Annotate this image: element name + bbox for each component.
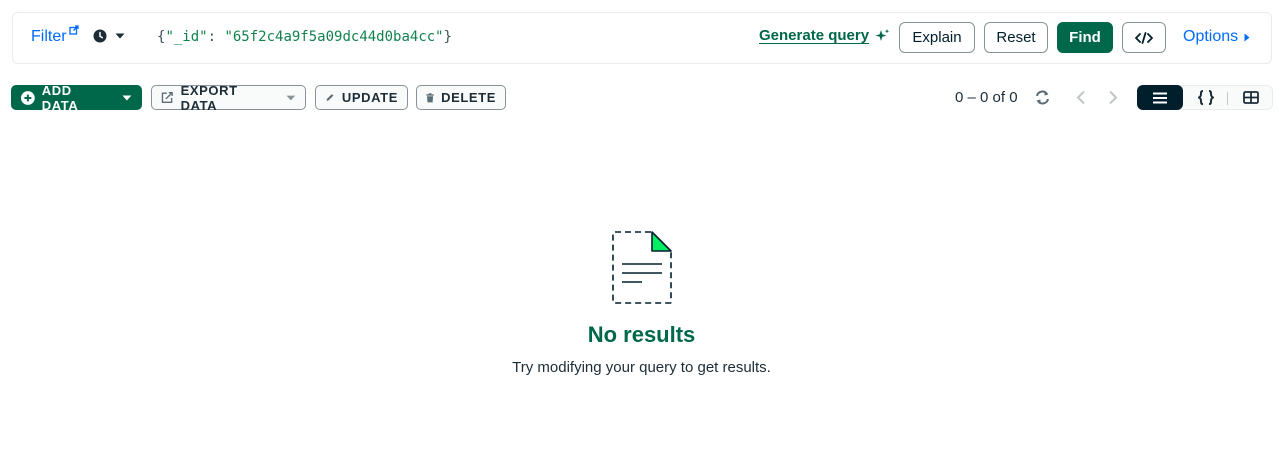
reset-button[interactable]: Reset (984, 22, 1048, 53)
add-data-label: ADD DATA (41, 82, 79, 113)
export-data-button[interactable]: EXPORT DATA (151, 82, 306, 113)
filter-link[interactable]: Filter (31, 25, 79, 46)
caret-right-icon (1244, 33, 1250, 41)
external-link-icon (68, 25, 79, 35)
query-value: "65f2c4a9f5a09dc44d0ba4cc" (224, 29, 444, 45)
update-label: UPDATE (341, 90, 398, 105)
export-data-label: EXPORT DATA (180, 82, 238, 113)
delete-label: DELETE (441, 90, 496, 105)
caret-down-icon (122, 95, 132, 100)
refresh-icon[interactable] (1034, 89, 1051, 106)
query-brace-close: } (443, 29, 453, 45)
view-toggle (1137, 85, 1273, 110)
empty-document-icon (612, 231, 672, 304)
chevron-right-icon[interactable] (1108, 90, 1118, 105)
table-view-button[interactable] (1228, 85, 1273, 110)
delete-button[interactable]: DELETE (416, 85, 506, 110)
pencil-icon (326, 94, 334, 101)
json-view-button[interactable] (1184, 85, 1228, 110)
query-key: "_id" (165, 29, 208, 45)
generate-query-label: Generate query (759, 27, 870, 44)
caret-down-icon (115, 33, 125, 39)
code-icon (1135, 31, 1153, 44)
explain-button[interactable]: Explain (899, 22, 975, 53)
table-icon (1242, 91, 1259, 104)
update-button[interactable]: UPDATE (315, 85, 408, 110)
list-view-button[interactable] (1137, 85, 1183, 110)
clock-icon (93, 29, 107, 43)
query-bar: Filter {"_id": "65f2c4a9f5a09dc44d0ba4cc… (12, 12, 1272, 64)
trash-icon (426, 92, 434, 102)
find-button[interactable]: Find (1057, 22, 1113, 53)
options-toggle[interactable]: Options (1183, 28, 1250, 46)
empty-state-title: No results (587, 322, 696, 347)
sparkle-icon (875, 28, 890, 41)
chevron-left-icon[interactable] (1076, 90, 1086, 105)
query-colon: : (207, 29, 225, 45)
list-icon (1153, 92, 1167, 103)
export-icon (161, 91, 173, 104)
plus-circle-icon (21, 90, 35, 105)
code-view-button[interactable] (1122, 22, 1166, 53)
pagination-count: 0 – 0 of 0 (955, 89, 1018, 106)
curly-braces-icon (1198, 90, 1214, 105)
generate-query-button[interactable]: Generate query (759, 27, 890, 44)
options-label: Options (1183, 28, 1239, 45)
query-input[interactable]: {"_id": "65f2c4a9f5a09dc44d0ba4cc"} (157, 29, 452, 45)
query-history-button[interactable] (93, 29, 125, 43)
caret-down-icon (286, 95, 296, 100)
add-data-button[interactable]: ADD DATA (11, 82, 142, 113)
filter-label: Filter (31, 28, 67, 45)
documents-toolbar: ADD DATA EXPORT DATA UPDATE DELETE 0 – 0… (11, 82, 1273, 113)
empty-state-message: Try modifying your query to get results. (512, 359, 771, 376)
